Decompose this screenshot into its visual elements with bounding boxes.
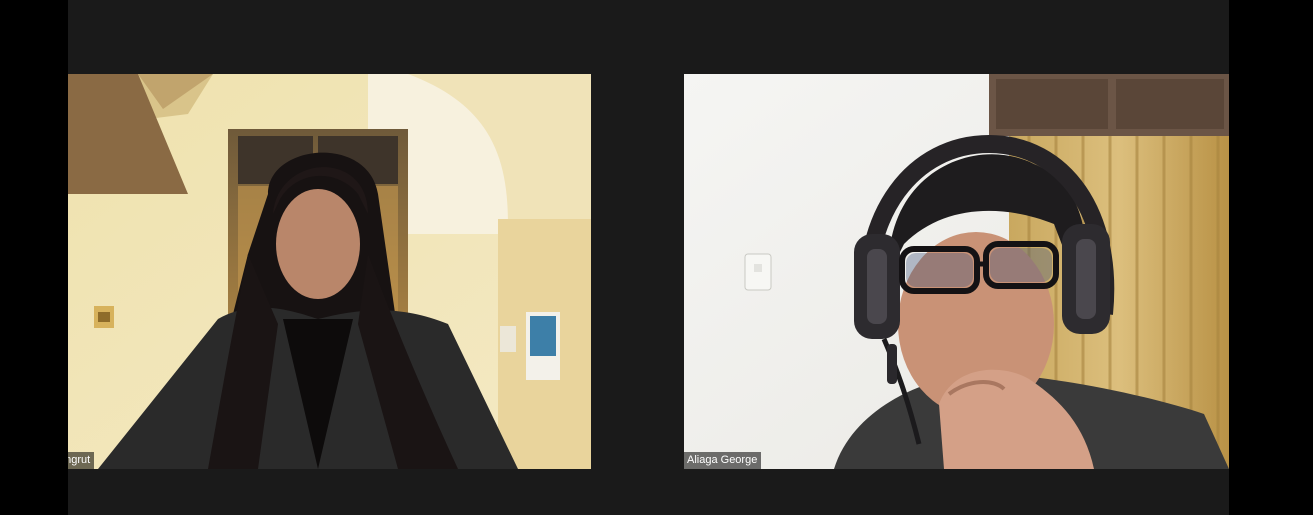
app-window: ongrut xyxy=(0,0,1313,515)
participant-name-label-1: ongrut xyxy=(68,452,95,469)
participant-video-tile-1[interactable]: ongrut xyxy=(68,74,591,469)
participant-name-label-2: Aliaga George xyxy=(684,452,762,469)
participant-video-feed-2 xyxy=(684,74,1229,469)
participant-video-feed-1 xyxy=(68,74,591,469)
participant-video-tile-2[interactable]: Aliaga George xyxy=(684,74,1229,469)
